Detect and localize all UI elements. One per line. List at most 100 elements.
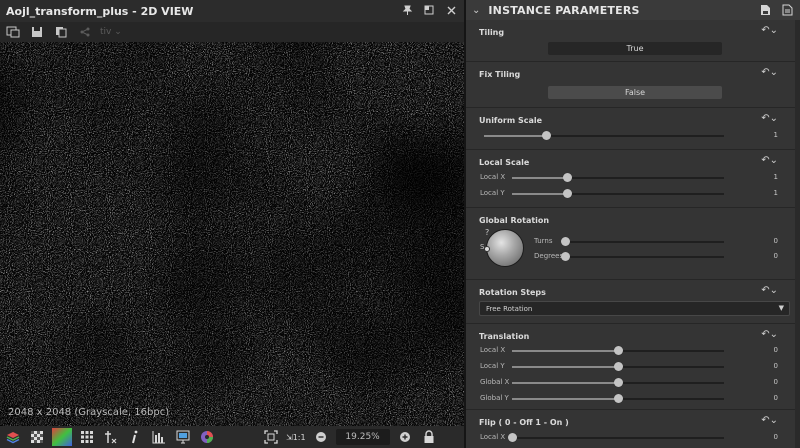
slider-fill — [512, 366, 618, 368]
slider-knob[interactable] — [561, 237, 570, 246]
slider-track[interactable] — [512, 189, 724, 198]
translation-row-label: Global Y — [480, 394, 509, 402]
share-icon[interactable] — [76, 24, 94, 40]
slider-knob[interactable] — [563, 173, 573, 182]
image-canvas[interactable]: 2048 x 2048 (Grayscale, 16bpc) — [0, 42, 464, 426]
translation-global-y-slider[interactable]: Global Y 0 — [466, 392, 800, 406]
local-scale-x-slider[interactable]: Local X 1 — [466, 171, 800, 185]
translation-row-value[interactable]: 0 — [774, 394, 778, 402]
turns-value[interactable]: 0 — [774, 237, 778, 245]
slider-knob[interactable] — [614, 378, 623, 387]
local-scale-x-label: Local X — [480, 173, 506, 181]
slider-fill — [512, 350, 618, 352]
slider-knob[interactable] — [542, 131, 552, 140]
view-title: Aojl_transform_plus - 2D VIEW — [6, 4, 194, 18]
display-icon[interactable] — [174, 428, 192, 446]
slider-knob[interactable] — [508, 433, 517, 442]
global-rotation-label: Global Rotation — [479, 216, 550, 225]
translation-row-value[interactable]: 0 — [774, 346, 778, 354]
translation-section: Translation ↶⌄ Local X 0 Local Y 0 Globa… — [466, 324, 800, 410]
reset-icon[interactable]: ↶⌄ — [761, 155, 778, 166]
transform-icon[interactable] — [102, 428, 120, 446]
reset-icon[interactable]: ↶⌄ — [761, 329, 778, 340]
close-icon[interactable] — [444, 3, 458, 17]
local-scale-y-slider[interactable]: Local Y 1 — [466, 187, 800, 201]
reset-icon[interactable]: ↶⌄ — [761, 285, 778, 296]
params-title: INSTANCE PARAMETERS — [488, 3, 640, 17]
uniform-scale-value[interactable]: 1 — [774, 131, 778, 139]
uniform-scale-slider[interactable]: 1 — [466, 129, 800, 143]
slider-track[interactable] — [561, 252, 724, 261]
color-icon[interactable] — [198, 428, 216, 446]
slider-track[interactable] — [512, 394, 724, 403]
slider-knob[interactable] — [614, 362, 623, 371]
local-scale-y-value[interactable]: 1 — [774, 189, 778, 197]
zoom-ratio-icon[interactable]: ⇲1:1 — [286, 428, 306, 446]
rotation-steps-label: Rotation Steps — [479, 288, 546, 297]
layers-icon[interactable] — [4, 428, 22, 446]
params-header[interactable]: ⌄ INSTANCE PARAMETERS — [466, 0, 800, 20]
rotation-steps-select[interactable]: Free Rotation ▼ — [479, 301, 790, 316]
reset-icon[interactable]: ↶⌄ — [761, 415, 778, 426]
fix-tiling-toggle[interactable]: False — [548, 86, 722, 99]
reset-icon[interactable]: ↶⌄ — [761, 67, 778, 78]
slider-track[interactable] — [561, 237, 724, 246]
turns-slider[interactable]: Turns 0 — [466, 235, 800, 249]
toolbar-dropdown[interactable]: tiv ⌄ — [100, 27, 122, 37]
lock-icon[interactable] — [420, 428, 438, 446]
zoom-in-icon[interactable] — [396, 428, 414, 446]
translation-row-value[interactable]: 0 — [774, 378, 778, 386]
params-scrollbar[interactable] — [795, 20, 800, 448]
local-scale-x-value[interactable]: 1 — [774, 173, 778, 181]
tiling-toggle[interactable]: True — [548, 42, 722, 55]
reset-icon[interactable]: ↶⌄ — [761, 113, 778, 124]
chevron-down-icon[interactable]: ⌄ — [472, 5, 480, 16]
slider-track[interactable] — [512, 378, 724, 387]
translation-global-x-slider[interactable]: Global X 0 — [466, 376, 800, 390]
reset-icon[interactable]: ↶⌄ — [761, 25, 778, 36]
dropdown-arrow-icon: ▼ — [778, 304, 784, 312]
grid-icon[interactable] — [78, 428, 96, 446]
slider-knob[interactable] — [563, 189, 573, 198]
flip-local-x-slider[interactable]: Local X 0 — [466, 431, 800, 445]
slider-track[interactable] — [512, 173, 724, 182]
slider-track[interactable] — [512, 362, 724, 371]
fit-view-icon[interactable] — [262, 428, 280, 446]
save-icon[interactable] — [28, 24, 46, 40]
local-scale-y-label: Local Y — [480, 189, 505, 197]
slider-fill — [512, 177, 568, 179]
instance-parameters-panel: ⌄ INSTANCE PARAMETERS Tiling ↶⌄ True Fix… — [466, 0, 800, 448]
pin-icon[interactable] — [400, 3, 414, 17]
flip-x-value[interactable]: 0 — [774, 433, 778, 441]
save-preset-icon[interactable] — [758, 3, 772, 17]
histogram-icon[interactable] — [150, 428, 168, 446]
slider-knob[interactable] — [561, 252, 570, 261]
degrees-label: Degrees — [534, 252, 564, 260]
view-title-bar: Aojl_transform_plus - 2D VIEW — [0, 0, 464, 22]
zoom-out-icon[interactable] — [312, 428, 330, 446]
local-scale-label: Local Scale — [479, 158, 530, 167]
translation-local-x-slider[interactable]: Local X 0 — [466, 344, 800, 358]
degrees-value[interactable]: 0 — [774, 252, 778, 260]
preset-icon[interactable] — [780, 3, 794, 17]
info-icon[interactable] — [126, 428, 144, 446]
checker-icon[interactable] — [28, 428, 46, 446]
uniform-scale-section: Uniform Scale ↶⌄ 1 — [466, 108, 800, 150]
local-scale-section: Local Scale ↶⌄ Local X 1 Local Y 1 — [466, 150, 800, 208]
translation-local-y-slider[interactable]: Local Y 0 — [466, 360, 800, 374]
global-rotation-section: Global Rotation ? S Turns 0 Degrees 0 — [466, 208, 800, 280]
zoom-field[interactable]: 19.25% — [335, 429, 390, 445]
copy-icon[interactable] — [52, 24, 70, 40]
export-icon[interactable] — [4, 24, 22, 40]
translation-row-value[interactable]: 0 — [774, 362, 778, 370]
slider-knob[interactable] — [614, 346, 623, 355]
view-toolbar: tiv ⌄ — [0, 22, 464, 42]
slider-track[interactable] — [512, 346, 724, 355]
restore-icon[interactable] — [422, 3, 436, 17]
slider-track[interactable] — [508, 433, 724, 442]
rgb-channels-icon[interactable] — [52, 428, 72, 446]
slider-track[interactable] — [484, 131, 724, 140]
degrees-slider[interactable]: Degrees 0 — [466, 250, 800, 264]
rotation-steps-value: Free Rotation — [486, 304, 533, 313]
slider-knob[interactable] — [614, 394, 623, 403]
